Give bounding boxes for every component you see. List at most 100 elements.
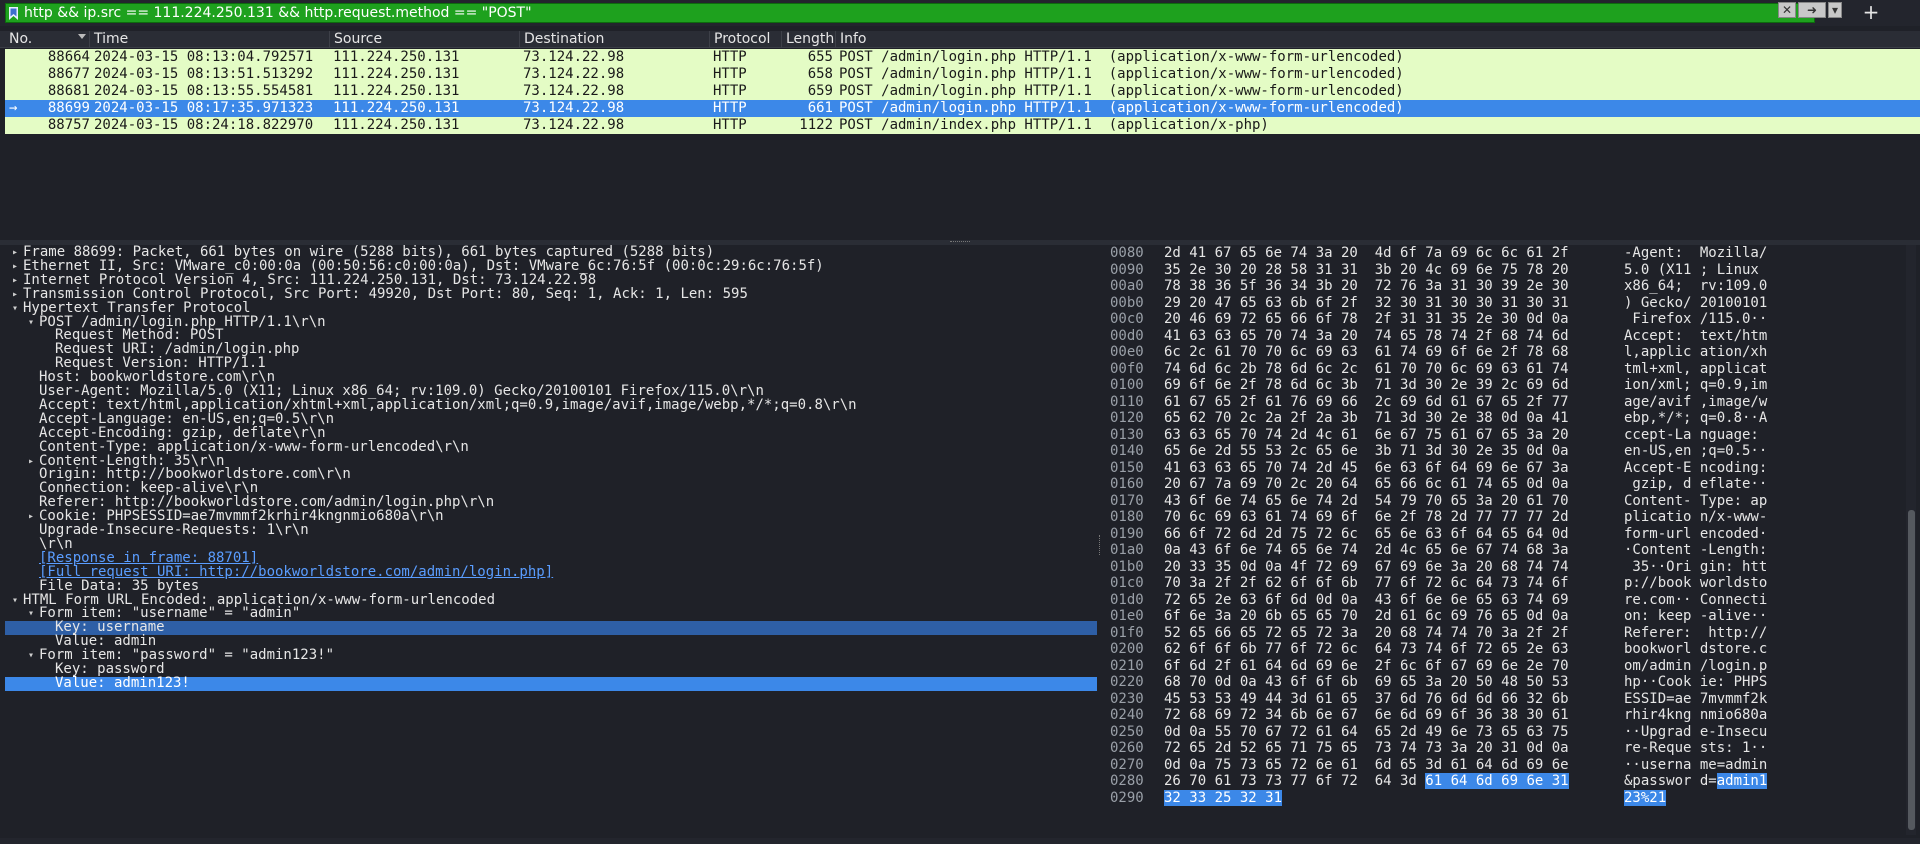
hex-ascii[interactable]: re.com·· Connecti	[1624, 592, 1767, 609]
hex-bytes[interactable]: 41 63 63 65 70 74 2d 45 6e 63 6f 64 69 6…	[1164, 460, 1569, 477]
bookmark-icon[interactable]	[6, 4, 20, 22]
hex-ascii[interactable]: Referer: http://	[1624, 625, 1767, 642]
chevron-down-icon[interactable]: ▾	[9, 594, 21, 608]
hex-bytes[interactable]: 70 6c 69 63 61 74 69 6f 6e 2f 78 2d 77 7…	[1164, 509, 1569, 526]
hex-bytes[interactable]: 35 2e 30 20 28 58 31 31 3b 20 4c 69 6e 7…	[1164, 262, 1569, 279]
hex-row[interactable]: 0240 72 68 69 72 34 6b 6e 67 6e 6d 69 6f …	[1108, 707, 1902, 724]
column-length[interactable]: Length	[782, 31, 836, 48]
hex-row[interactable]: 01e0 6f 6e 3a 20 6b 65 65 70 2d 61 6c 69 …	[1108, 608, 1902, 625]
chevron-right-icon[interactable]: ▸	[25, 510, 37, 524]
bytes-scrollbar-thumb[interactable]	[1908, 510, 1915, 830]
hex-row[interactable]: 0270 0d 0a 75 73 65 72 6e 61 6d 65 3d 61 …	[1108, 757, 1902, 774]
hex-row[interactable]: 00f0 74 6d 6c 2b 78 6d 6c 2c 61 70 70 6c …	[1108, 361, 1902, 378]
chevron-down-icon[interactable]: ▾	[1828, 2, 1842, 18]
hex-row[interactable]: 0150 41 63 63 65 70 74 2d 45 6e 63 6f 64 …	[1108, 460, 1902, 477]
hex-row[interactable]: 0230 45 53 53 49 44 3d 61 65 37 6d 76 6d …	[1108, 691, 1902, 708]
hex-row[interactable]: 0160 20 67 7a 69 70 2c 20 64 65 66 6c 61 …	[1108, 476, 1902, 493]
hex-row[interactable]: 00b0 29 20 47 65 63 6b 6f 2f 32 30 31 30 …	[1108, 295, 1902, 312]
hex-ascii[interactable]: en-US,en ;q=0.5··	[1624, 443, 1767, 460]
hex-bytes[interactable]: 68 70 0d 0a 43 6f 6f 6b 69 65 3a 20 50 4…	[1164, 674, 1569, 691]
hex-bytes[interactable]: 32 33 25 32 31	[1164, 789, 1283, 807]
hex-bytes[interactable]: 78 38 36 5f 36 34 3b 20 72 76 3a 31 30 3…	[1164, 278, 1569, 295]
chevron-right-icon[interactable]: ▸	[9, 246, 21, 260]
hex-bytes[interactable]: 0d 0a 75 73 65 72 6e 61 6d 65 3d 61 64 6…	[1164, 757, 1569, 774]
hex-bytes[interactable]: 66 6f 72 6d 2d 75 72 6c 65 6e 63 6f 64 6…	[1164, 526, 1569, 543]
hex-ascii[interactable]: ion/xml; q=0.9,im	[1624, 377, 1767, 394]
hex-ascii[interactable]: tml+xml, applicat	[1624, 361, 1767, 378]
packet-row[interactable]: 88757 2024-03-15 08:24:18.822970 111.224.2…	[5, 117, 1920, 134]
column-destination[interactable]: Destination	[520, 31, 710, 48]
hex-bytes[interactable]: 52 65 66 65 72 65 72 3a 20 68 74 74 70 3…	[1164, 625, 1569, 642]
packet-row[interactable]: 88681 2024-03-15 08:13:55.554581 111.224.2…	[5, 83, 1920, 100]
hex-bytes[interactable]: 6f 6d 2f 61 64 6d 69 6e 2f 6c 6f 67 69 6…	[1164, 658, 1569, 675]
chevron-right-icon[interactable]: ▸	[9, 260, 21, 274]
hex-row[interactable]: 0080 2d 41 67 65 6e 74 3a 20 4d 6f 7a 69 …	[1108, 245, 1902, 262]
hex-bytes[interactable]: 20 33 35 0d 0a 4f 72 69 67 69 6e 3a 20 6…	[1164, 559, 1569, 576]
hex-row[interactable]: 0190 66 6f 72 6d 2d 75 72 6c 65 6e 63 6f …	[1108, 526, 1902, 543]
chevron-down-icon[interactable]: ▾	[25, 316, 37, 330]
hex-row[interactable]: 01b0 20 33 35 0d 0a 4f 72 69 67 69 6e 3a …	[1108, 559, 1902, 576]
column-protocol[interactable]: Protocol	[710, 31, 782, 48]
hex-bytes[interactable]: 45 53 53 49 44 3d 61 65 37 6d 76 6d 6d 6…	[1164, 691, 1569, 708]
tree-item[interactable]: ▾ Form item: "username" = "admin"	[5, 606, 1097, 621]
tree-item[interactable]: ▾ Form item: "password" = "admin123!"	[5, 648, 1097, 663]
hex-row[interactable]: 0290 32 33 25 32 31 23%21	[1108, 789, 1902, 807]
add-filter-button[interactable]: +	[1860, 1, 1882, 23]
hex-row[interactable]: 00e0 6c 2c 61 70 70 6c 69 63 61 74 69 6f …	[1108, 344, 1902, 361]
packet-row[interactable]: 88677 2024-03-15 08:13:51.513292 111.224.2…	[5, 66, 1920, 83]
hex-row[interactable]: 0100 69 6f 6e 2f 78 6d 6c 3b 71 3d 30 2e …	[1108, 377, 1902, 394]
hex-row[interactable]: 0260 72 65 2d 52 65 71 75 65 73 74 73 3a …	[1108, 740, 1902, 757]
hex-ascii[interactable]: -Agent: Mozilla/	[1624, 245, 1767, 262]
hex-ascii[interactable]: p://book worldsto	[1624, 575, 1767, 592]
hex-ascii[interactable]: plicatio n/x-www-	[1624, 509, 1767, 526]
hex-ascii[interactable]: om/admin /login.p	[1624, 658, 1767, 675]
hex-bytes[interactable]: 6f 6e 3a 20 6b 65 65 70 2d 61 6c 69 76 6…	[1164, 608, 1569, 625]
chevron-down-icon[interactable]: ▾	[25, 649, 37, 663]
hex-bytes[interactable]: 20 67 7a 69 70 2c 20 64 65 66 6c 61 74 6…	[1164, 476, 1569, 493]
tree-item-selected[interactable]: Key: username	[5, 620, 1097, 636]
hex-bytes[interactable]: 20 46 69 72 65 66 6f 78 2f 31 31 35 2e 3…	[1164, 311, 1569, 328]
hex-bytes[interactable]: 0a 43 6f 6e 74 65 6e 74 2d 4c 65 6e 67 7…	[1164, 542, 1569, 559]
chevron-right-icon[interactable]: ▸	[25, 455, 37, 469]
hex-ascii[interactable]: age/avif ,image/w	[1624, 394, 1767, 411]
hex-ascii[interactable]: 5.0 (X11 ; Linux	[1624, 262, 1767, 279]
hex-bytes[interactable]: 43 6f 6e 74 65 6e 74 2d 54 79 70 65 3a 2…	[1164, 493, 1569, 510]
hex-bytes[interactable]: 72 65 2e 63 6f 6d 0d 0a 43 6f 6e 6e 65 6…	[1164, 592, 1569, 609]
hex-row[interactable]: 0280 26 70 61 73 73 77 6f 72 64 3d 61 64 …	[1108, 773, 1902, 790]
hex-ascii[interactable]: ··Upgrad e-Insecu	[1624, 724, 1767, 741]
hex-ascii[interactable]: form-url encoded·	[1624, 526, 1767, 543]
hex-ascii[interactable]: bookworl dstore.c	[1624, 641, 1767, 658]
hex-ascii[interactable]: Accept: text/htm	[1624, 328, 1767, 345]
chevron-down-icon[interactable]: ▾	[25, 607, 37, 621]
hex-bytes[interactable]: 62 6f 6f 6b 77 6f 72 6c 64 73 74 6f 72 6…	[1164, 641, 1569, 658]
hex-bytes[interactable]: 65 62 70 2c 2a 2f 2a 3b 71 3d 30 2e 38 0…	[1164, 410, 1569, 427]
hex-row[interactable]: 01d0 72 65 2e 63 6f 6d 0d 0a 43 6f 6e 6e …	[1108, 592, 1902, 609]
hex-ascii[interactable]: 35··Ori gin: htt	[1624, 559, 1767, 576]
hex-ascii[interactable]: on: keep -alive··	[1624, 608, 1767, 625]
display-filter-input[interactable]: http && ip.src == 111.224.250.131 && htt…	[5, 3, 1815, 23]
chevron-right-icon[interactable]: ▸	[9, 274, 21, 288]
hex-ascii[interactable]: x86_64; rv:109.0	[1624, 278, 1767, 295]
hex-row[interactable]: 01c0 70 3a 2f 2f 62 6f 6f 6b 77 6f 72 6c …	[1108, 575, 1902, 592]
hex-row[interactable]: 0140 65 6e 2d 55 53 2c 65 6e 3b 71 3d 30 …	[1108, 443, 1902, 460]
hex-row[interactable]: 00d0 41 63 63 65 70 74 3a 20 74 65 78 74 …	[1108, 328, 1902, 345]
hex-ascii[interactable]: Accept-E ncoding:	[1624, 460, 1767, 477]
hex-bytes[interactable]: 72 65 2d 52 65 71 75 65 73 74 73 3a 20 3…	[1164, 740, 1569, 757]
hex-ascii[interactable]: re-Reque sts: 1··	[1624, 740, 1767, 757]
hex-bytes[interactable]: 29 20 47 65 63 6b 6f 2f 32 30 31 30 30 3…	[1164, 295, 1569, 312]
hex-bytes[interactable]: 63 63 65 70 74 2d 4c 61 6e 67 75 61 67 6…	[1164, 427, 1569, 444]
hex-bytes[interactable]: 72 68 69 72 34 6b 6e 67 6e 6d 69 6f 36 3…	[1164, 707, 1569, 724]
hex-row[interactable]: 0110 61 67 65 2f 61 76 69 66 2c 69 6d 61 …	[1108, 394, 1902, 411]
hex-row[interactable]: 0120 65 62 70 2c 2a 2f 2a 3b 71 3d 30 2e …	[1108, 410, 1902, 427]
hex-row[interactable]: 0170 43 6f 6e 74 65 6e 74 2d 54 79 70 65 …	[1108, 493, 1902, 510]
hex-ascii[interactable]: ebp,*/*; q=0.8··A	[1624, 410, 1767, 427]
packet-row-selected[interactable]: → 88699 2024-03-15 08:17:35.971323 111.224.…	[5, 100, 1920, 117]
hex-ascii[interactable]: ·Content -Length:	[1624, 542, 1767, 559]
hex-ascii[interactable]: &passwor d=admin1	[1624, 773, 1768, 790]
hex-row[interactable]: 0130 63 63 65 70 74 2d 4c 61 6e 67 75 61 …	[1108, 427, 1902, 444]
hex-ascii[interactable]: hp··Cook ie: PHPS	[1624, 674, 1767, 691]
hex-row[interactable]: 0220 68 70 0d 0a 43 6f 6f 6b 69 65 3a 20 …	[1108, 674, 1902, 691]
hex-ascii[interactable]: l,applic ation/xh	[1624, 344, 1767, 361]
display-filter-text[interactable]: http && ip.src == 111.224.250.131 && htt…	[20, 5, 1814, 21]
column-time[interactable]: Time	[90, 31, 330, 48]
